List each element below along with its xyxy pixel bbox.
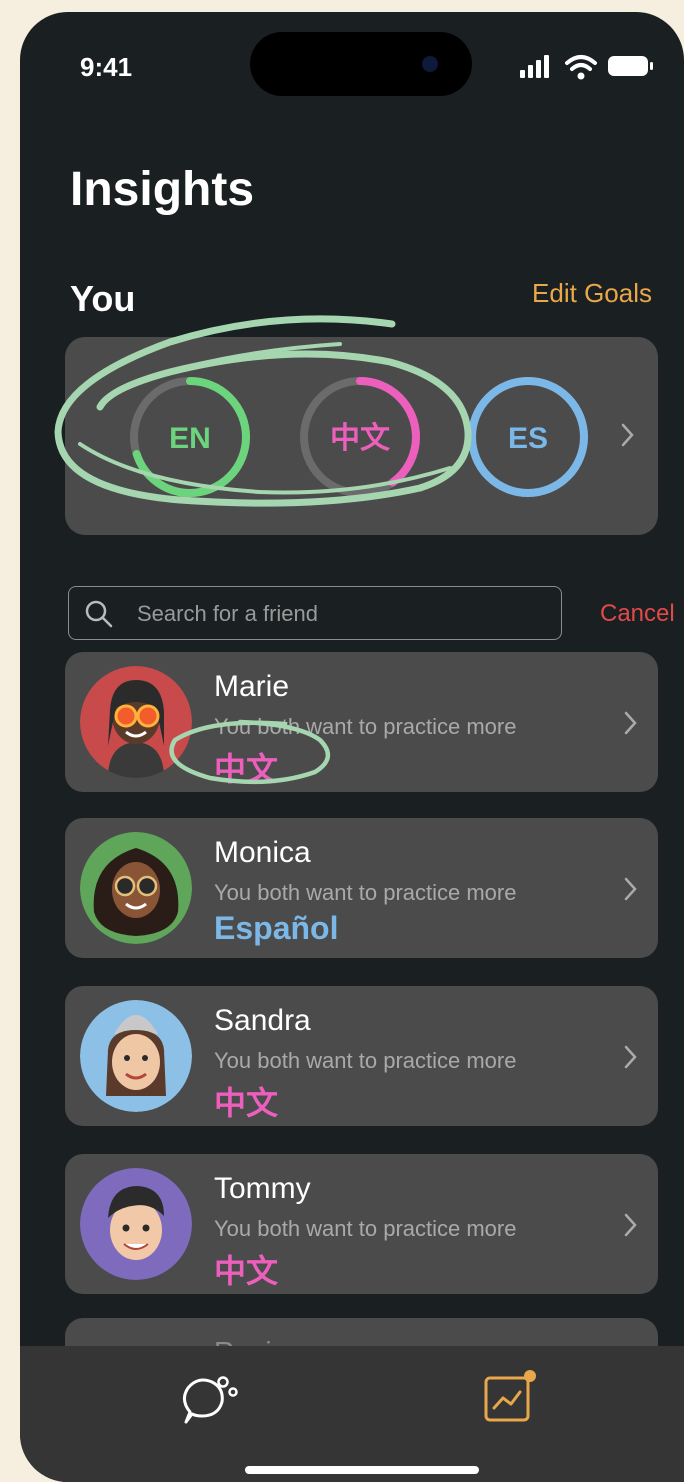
friend-name: Monica	[214, 836, 311, 869]
page-title: Insights	[70, 163, 255, 216]
friend-description: You both want to practice more	[214, 880, 517, 905]
notification-badge	[524, 1370, 536, 1382]
friend-language: Español	[214, 910, 339, 946]
avatar	[80, 1000, 192, 1112]
avatar	[80, 666, 192, 778]
friend-row-sandra[interactable]: Sandra You both want to practice more 中文	[65, 986, 658, 1126]
friend-row-monica[interactable]: Monica You both want to practice more Es…	[65, 818, 658, 958]
search-input[interactable]	[135, 597, 549, 631]
wifi-icon	[565, 55, 597, 80]
tab-bar	[20, 1346, 684, 1482]
friend-description: You both want to practice more	[214, 1216, 517, 1241]
chevron-right-icon	[624, 1045, 637, 1069]
chat-bubble-icon[interactable]	[178, 1370, 240, 1428]
chevron-right-icon	[624, 711, 637, 735]
friend-name: Sandra	[214, 1004, 311, 1037]
home-indicator	[245, 1466, 479, 1474]
chevron-right-icon[interactable]	[620, 422, 636, 448]
friend-row-tommy[interactable]: Tommy You both want to practice more 中文	[65, 1154, 658, 1294]
friend-language: 中文	[214, 1085, 279, 1121]
friend-language: 中文	[214, 751, 279, 787]
signal-icon	[520, 55, 549, 78]
friend-row-marie[interactable]: Marie You both want to practice more 中文	[65, 652, 658, 792]
cancel-button[interactable]: Cancel	[600, 600, 675, 628]
you-section-title: You	[70, 278, 136, 319]
status-time: 9:41	[80, 52, 133, 82]
camera-icon	[422, 56, 438, 72]
friend-description: You both want to practice more	[214, 1048, 517, 1073]
dynamic-island	[250, 32, 472, 96]
friend-name: Marie	[214, 670, 290, 703]
avatar	[80, 832, 192, 944]
friend-name: Tommy	[214, 1172, 311, 1205]
insights-chart-icon[interactable]	[480, 1366, 544, 1428]
edit-goals-button[interactable]: Edit Goals	[532, 278, 652, 309]
goal-ring-en[interactable]: EN	[125, 372, 255, 502]
status-icons	[520, 55, 653, 80]
goal-label-zh: 中文	[330, 421, 390, 455]
chevron-right-icon	[624, 1213, 637, 1237]
phone-screen: 9:41 Insights You Edit Goals EN 中文 ES Se…	[20, 12, 684, 1482]
goal-label-es: ES	[508, 422, 548, 455]
battery-icon	[608, 56, 653, 76]
goal-ring-es[interactable]: ES	[463, 372, 593, 502]
friend-search-box[interactable]	[68, 586, 562, 640]
friend-description: You both want to practice more	[214, 714, 517, 739]
status-bar: 9:41	[20, 12, 684, 112]
goal-ring-zh[interactable]: 中文	[295, 372, 425, 502]
avatar	[80, 1168, 192, 1280]
goal-label-en: EN	[169, 422, 211, 455]
search-icon	[85, 600, 113, 628]
chevron-right-icon	[624, 877, 637, 901]
friend-language: 中文	[214, 1253, 279, 1289]
